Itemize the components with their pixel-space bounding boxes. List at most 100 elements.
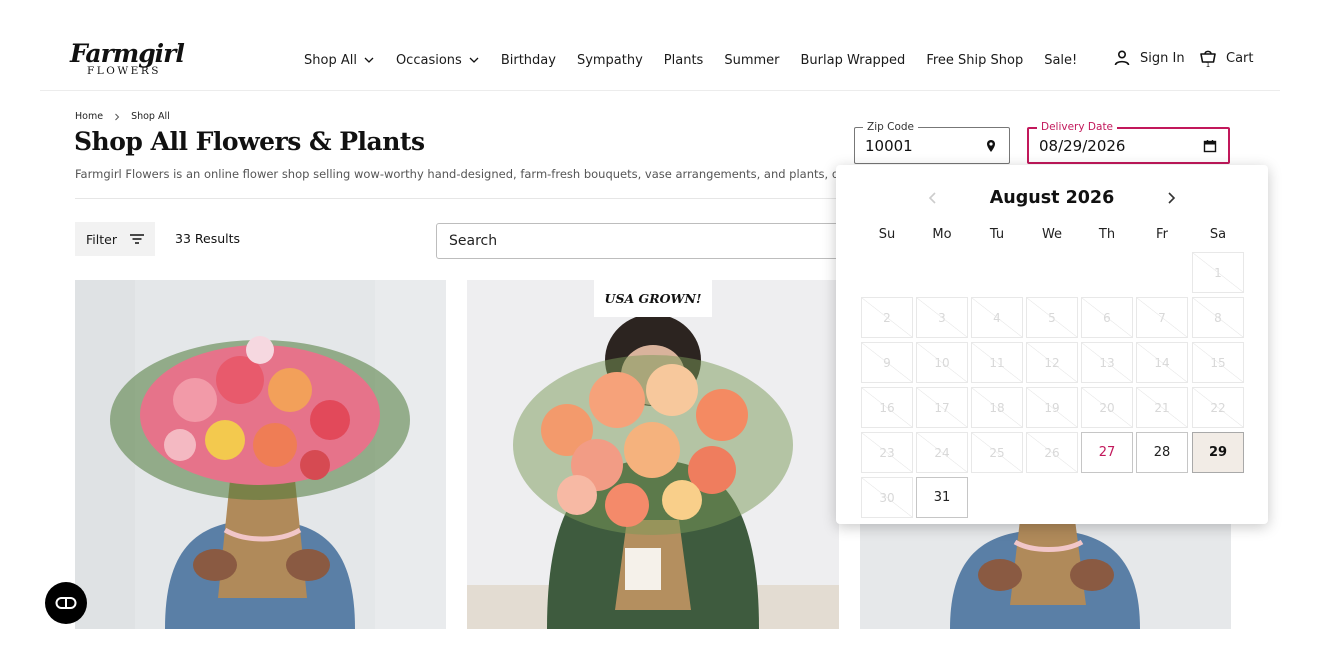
cart-label: Cart [1226, 50, 1254, 66]
calendar-day-disabled: 1 [1192, 252, 1244, 293]
nav-item-label: Birthday [500, 52, 556, 68]
zip-code-field[interactable]: Zip Code 10001 [854, 121, 1010, 164]
product-card[interactable] [75, 280, 446, 629]
logo-script-text: Farmgirl [70, 39, 185, 68]
nav-item[interactable]: Summer [724, 53, 779, 68]
calendar-month-label: August 2026 [989, 188, 1115, 208]
site-header: Farmgirl FLOWERS Shop All Occasions Birthd… [40, 0, 1280, 91]
zip-code-label: Zip Code [863, 121, 918, 133]
calendar-day-disabled: 9 [861, 342, 913, 383]
filter-button[interactable]: Filter [75, 222, 155, 256]
weekday-label: Fr [1156, 227, 1168, 242]
calendar-day-disabled: 14 [1136, 342, 1188, 383]
nav-item-label: Summer [724, 52, 780, 68]
nav-item[interactable]: Birthday [501, 53, 556, 68]
nav-item[interactable]: Free Ship Shop [926, 53, 1023, 68]
calendar-day-disabled: 24 [916, 432, 968, 473]
logo-sub-text: FLOWERS [87, 65, 161, 77]
breadcrumb-home[interactable]: Home [75, 111, 103, 122]
calendar-day-disabled: 10 [916, 342, 968, 383]
sign-in-label: Sign In [1140, 50, 1185, 66]
nav-item[interactable]: Sale! [1044, 53, 1077, 68]
calendar-day[interactable]: 31 [916, 477, 968, 518]
calendar-day-disabled: 23 [861, 432, 913, 473]
calendar-day-disabled: 17 [916, 387, 968, 428]
calendar-day-disabled: 7 [1136, 297, 1188, 338]
product-image [75, 280, 446, 629]
calendar-day-disabled: 25 [971, 432, 1023, 473]
weekday-label: Mo [932, 227, 952, 242]
nav-item-label: Sympathy [576, 52, 643, 68]
calendar-day-disabled: 21 [1136, 387, 1188, 428]
sign-in-link[interactable]: Sign In [1113, 49, 1185, 67]
calendar-day-disabled: 8 [1192, 297, 1244, 338]
weekday-label: Tu [989, 227, 1005, 242]
date-picker-popup: August 2026 Su Mo Tu We Th Fr Sa 1 2 3 4 5 6 7 8 9 10 11 1… [836, 165, 1268, 524]
chat-logo-icon [55, 597, 77, 609]
calendar-day[interactable]: 28 [1136, 432, 1188, 473]
main-nav: Shop All Occasions Birthday Sympathy Plants S… [304, 50, 1098, 70]
calendar-day-disabled: 11 [971, 342, 1023, 383]
weekday-label: We [1041, 227, 1063, 242]
breadcrumb-current[interactable]: Shop All [131, 111, 170, 122]
cart-icon: 1 [1200, 50, 1216, 68]
calendar-day-disabled: 2 [861, 297, 913, 338]
chevron-right-icon [115, 113, 120, 120]
nav-item-label: Sale! [1044, 52, 1078, 68]
calendar-day-disabled: 26 [1026, 432, 1078, 473]
weekday-label: Su [878, 227, 896, 242]
nav-item-label: Occasions [395, 52, 462, 68]
calendar-day-disabled: 3 [916, 297, 968, 338]
filter-lines-icon [129, 234, 144, 244]
nav-item-label: Plants [663, 52, 704, 68]
nav-item[interactable]: Shop All [304, 53, 375, 68]
farmgirl-logo[interactable]: Farmgirl FLOWERS [70, 40, 185, 80]
page-description: Farmgirl Flowers is an online flower sho… [75, 167, 847, 181]
calendar-day-disabled: 13 [1081, 342, 1133, 383]
divider [75, 198, 855, 199]
product-image [467, 280, 839, 629]
breadcrumb: Home Shop All [75, 111, 170, 122]
nav-item-label: Burlap Wrapped [800, 52, 906, 68]
nav-item-label: Free Ship Shop [926, 52, 1024, 68]
calendar-day-disabled: 4 [971, 297, 1023, 338]
chevron-right-icon[interactable] [1164, 191, 1178, 205]
calendar-day-disabled: 6 [1081, 297, 1133, 338]
filter-label: Filter [86, 231, 117, 247]
nav-item[interactable]: Plants [664, 53, 704, 68]
product-card[interactable] [467, 280, 839, 629]
calendar-day-disabled: 18 [971, 387, 1023, 428]
cart-link[interactable]: 1 Cart [1198, 48, 1254, 68]
chevron-down-icon [364, 57, 374, 63]
calendar-day-disabled: 30 [861, 477, 913, 518]
zip-code-value[interactable]: 10001 [865, 137, 913, 155]
weekday-label: Th [1098, 227, 1116, 242]
weekday-label: Sa [1209, 227, 1227, 242]
delivery-date-label: Delivery Date [1037, 121, 1118, 133]
calendar-day-disabled: 20 [1081, 387, 1133, 428]
delivery-date-field[interactable]: Delivery Date 08/29/2026 [1027, 121, 1230, 164]
calendar-day-disabled: 12 [1026, 342, 1078, 383]
nav-item[interactable]: Sympathy [577, 53, 643, 68]
calendar-icon[interactable] [1203, 139, 1217, 153]
cart-count: 1 [1206, 61, 1210, 68]
calendar-day[interactable]: 27 [1081, 432, 1133, 473]
calendar-day-disabled: 5 [1026, 297, 1078, 338]
usa-grown-badge: USA GROWN! [594, 280, 712, 317]
calendar-day-selected[interactable]: 29 [1192, 432, 1244, 473]
chat-button[interactable] [45, 582, 87, 624]
nav-item[interactable]: Burlap Wrapped [801, 53, 906, 68]
calendar-day-disabled: 15 [1192, 342, 1244, 383]
page-title: Shop All Flowers & Plants [74, 127, 425, 156]
search-input[interactable] [436, 223, 856, 259]
calendar-day-disabled: 22 [1192, 387, 1244, 428]
chevron-down-icon [469, 57, 479, 63]
nav-item[interactable]: Occasions [396, 53, 480, 68]
nav-item-label: Shop All [304, 52, 357, 68]
location-pin-icon[interactable] [984, 139, 998, 153]
user-icon [1114, 50, 1130, 66]
delivery-date-value[interactable]: 08/29/2026 [1039, 137, 1125, 155]
calendar-day-disabled: 16 [861, 387, 913, 428]
results-count: 33 Results [175, 231, 241, 246]
calendar-day-disabled: 19 [1026, 387, 1078, 428]
